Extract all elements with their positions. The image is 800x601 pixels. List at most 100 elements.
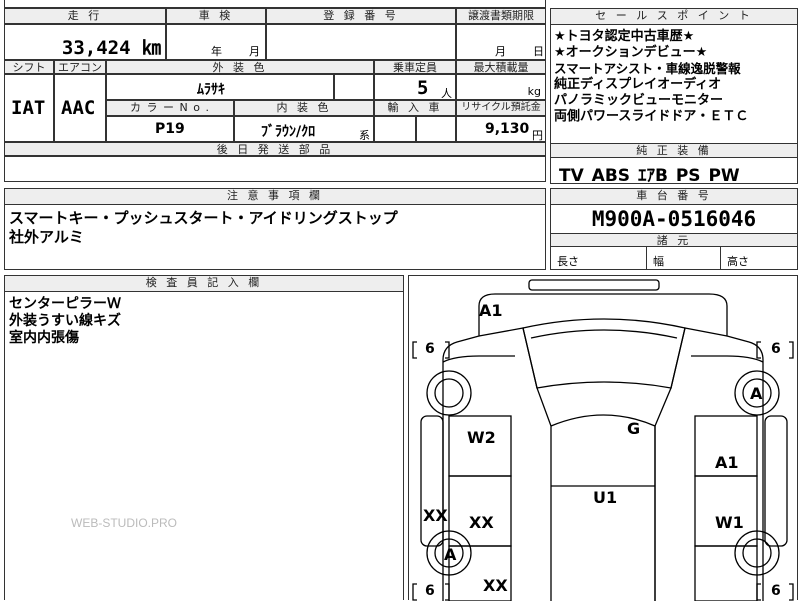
roof-outline bbox=[550, 414, 656, 601]
sales-point-line: ★トヨタ認定中古車歴★ bbox=[554, 29, 695, 44]
sales-point-line: パノラミックビューモニター bbox=[554, 93, 724, 108]
shift-header: シフト bbox=[4, 60, 54, 74]
mark-right-front-door: A1 bbox=[715, 453, 739, 472]
mark-right-wheel: A bbox=[750, 384, 763, 403]
exterior-color-value: ﾑﾗｻｷ bbox=[197, 82, 225, 98]
tire-bracket-fr-r bbox=[789, 341, 794, 359]
spec-length-cell: 長さ bbox=[551, 247, 647, 269]
import-value-cell-a bbox=[374, 116, 416, 142]
right-side-upper bbox=[691, 355, 764, 363]
left-quarter-panel bbox=[478, 327, 552, 601]
car-diagram-panel: 6 6 6 6 A1 W2 XX XX A XX G U1 A A1 W1 bbox=[408, 275, 798, 601]
tire-bracket-fl bbox=[412, 341, 417, 359]
exterior-color-extra-cell bbox=[334, 74, 374, 100]
interior-color-header: 内 装 色 bbox=[234, 100, 374, 116]
spec-height-label: 高さ bbox=[727, 255, 749, 268]
watermark-text: WEB-STUDIO.PRO bbox=[71, 516, 178, 530]
notes-panel: 注 意 事 項 欄 スマートキー・プッシュスタート・アイドリングストップ 社外ア… bbox=[4, 188, 546, 270]
capacity-unit: 人 bbox=[441, 87, 452, 100]
later-parts-header: 後 日 発 送 部 品 bbox=[4, 142, 546, 156]
capacity-value-cell: 5 人 bbox=[374, 74, 456, 100]
transfer-month-unit: 月 bbox=[495, 45, 506, 58]
mileage-value: 33,424 ㎞ bbox=[61, 37, 161, 59]
spec-height-cell: 高さ bbox=[721, 247, 797, 269]
mark-center-glass: G bbox=[627, 419, 641, 438]
recycle-unit: 円 bbox=[532, 129, 543, 142]
left-door-bottom bbox=[448, 475, 512, 547]
tire-fr-label: 6 bbox=[771, 341, 781, 357]
max-load-unit: kg bbox=[527, 85, 541, 98]
vehicle-info-grid: 走 行 車 検 登 録 番 号 譲渡書類期限 33,424 ㎞ 年 月 月 日 … bbox=[4, 0, 546, 184]
chassis-header: 車 台 番 号 bbox=[551, 189, 797, 205]
left-front-wheel-inner bbox=[434, 378, 464, 408]
mark-right-rear-door: W1 bbox=[715, 513, 744, 532]
body-outline bbox=[442, 293, 764, 601]
inspection-year-unit: 年 bbox=[211, 45, 222, 58]
sales-point-line: ★オークションデビュー★ bbox=[554, 45, 708, 60]
interior-color-value-cell: ﾌﾞﾗｳﾝ/ｸﾛ 系 bbox=[234, 116, 374, 142]
inspector-line: センターピラーＷ bbox=[9, 296, 121, 312]
transfer-day-unit: 日 bbox=[533, 45, 544, 58]
rear-spoiler bbox=[528, 279, 660, 291]
inspector-panel: 検 査 員 記 入 欄 センターピラーＷ 外装うすい線キズ 室内内張傷 WEB-… bbox=[4, 275, 404, 600]
standard-equipment-value: TV ABS ｴｱB PS PW bbox=[559, 166, 740, 186]
color-no-value-cell: P19 bbox=[106, 116, 234, 142]
mark-left-wheel: A bbox=[444, 545, 457, 564]
spec-width-cell: 幅 bbox=[647, 247, 721, 269]
interior-color-suffix: 系 bbox=[359, 129, 370, 142]
sales-point-line: 両側パワースライドドア・ＥＴＣ bbox=[554, 109, 749, 124]
tire-rr-label: 6 bbox=[771, 583, 781, 599]
import-value-cell-b bbox=[416, 116, 456, 142]
mark-top: A1 bbox=[479, 301, 503, 320]
sales-point-line: スマートアシスト・車線逸脱警報 bbox=[554, 61, 741, 76]
inspection-value-cell: 年 月 bbox=[166, 24, 266, 60]
exterior-color-value-cell: ﾑﾗｻｷ bbox=[106, 74, 334, 100]
mark-roof: U1 bbox=[593, 488, 618, 507]
sales-points-header: セ ー ル ス ポ イ ン ト bbox=[551, 9, 797, 25]
recycle-value-cell: 9,130 円 bbox=[456, 116, 546, 142]
transfer-value-cell: 月 日 bbox=[456, 24, 546, 60]
notes-header: 注 意 事 項 欄 bbox=[5, 189, 545, 205]
spec-width-label: 幅 bbox=[653, 255, 664, 268]
inspector-list: センターピラーＷ 外装うすい線キズ 室内内張傷 bbox=[9, 296, 121, 347]
import-header: 輸 入 車 bbox=[374, 100, 456, 116]
inspection-month-unit: 月 bbox=[249, 45, 260, 58]
later-parts-value-cell bbox=[4, 156, 546, 182]
color-no-value: P19 bbox=[155, 121, 185, 137]
tire-rl-label: 6 bbox=[425, 583, 435, 599]
mileage-header: 走 行 bbox=[4, 8, 166, 24]
aircon-value-cell: AAC bbox=[54, 74, 106, 142]
tire-bracket-rl-r bbox=[445, 583, 450, 601]
inspector-line: 室内内張傷 bbox=[9, 330, 79, 346]
inspection-header: 車 検 bbox=[166, 8, 266, 24]
tire-bracket-rr bbox=[756, 583, 761, 601]
aircon-value: AAC bbox=[61, 97, 96, 119]
inspector-line: 外装うすい線キズ bbox=[9, 313, 121, 329]
note-line: 社外アルミ bbox=[9, 228, 84, 246]
max-load-value-cell: kg bbox=[456, 74, 546, 100]
right-door-bottom bbox=[694, 475, 758, 547]
note-line: スマートキー・プッシュスタート・アイドリングストップ bbox=[9, 209, 398, 227]
mark-left-rear-bottom: XX bbox=[483, 576, 508, 595]
recycle-header: リサイクル預託金 bbox=[456, 100, 546, 116]
inspector-header: 検 査 員 記 入 欄 bbox=[5, 276, 403, 292]
mileage-value-cell: 33,424 ㎞ bbox=[4, 24, 166, 60]
left-side-upper bbox=[442, 355, 515, 363]
tire-bracket-rl bbox=[412, 583, 417, 601]
sales-points-list: ★トヨタ認定中古車歴★ ★オークションデビュー★ スマートアシスト・車線逸脱警報… bbox=[554, 29, 798, 125]
specs-header: 諸 元 bbox=[551, 233, 797, 247]
capacity-value: 5 bbox=[417, 77, 429, 99]
aircon-header: エアコン bbox=[54, 60, 106, 74]
mark-left-rear-door: XX bbox=[469, 513, 494, 532]
registration-value-cell bbox=[266, 24, 456, 60]
rear-window-inner bbox=[530, 329, 678, 339]
mark-left-rocker: XX bbox=[423, 506, 448, 525]
registration-header: 登 録 番 号 bbox=[266, 8, 456, 24]
exterior-color-header: 外 装 色 bbox=[106, 60, 374, 74]
top-remnant-row bbox=[4, 0, 546, 8]
shift-value: IAT bbox=[11, 97, 46, 119]
chassis-number: M900A-0516046 bbox=[591, 207, 757, 231]
interior-color-value: ﾌﾞﾗｳﾝ/ｸﾛ bbox=[261, 124, 316, 140]
capacity-header: 乗車定員 bbox=[374, 60, 456, 74]
recycle-value: 9,130 bbox=[485, 121, 530, 137]
